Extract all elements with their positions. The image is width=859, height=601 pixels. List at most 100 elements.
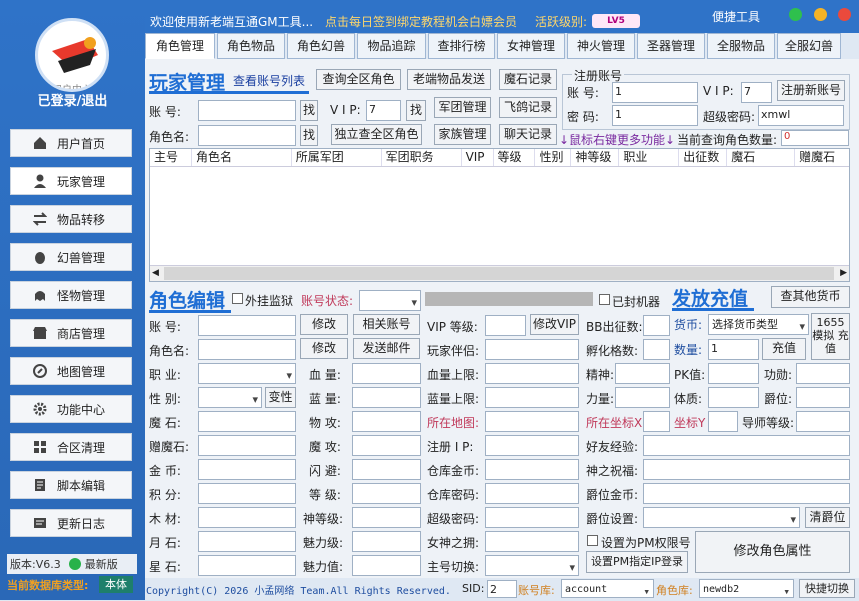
send-mail-button[interactable]: 发送邮件 <box>353 338 420 359</box>
col-level[interactable]: 等级 <box>494 149 536 166</box>
currency-select[interactable]: 选择货币类型 <box>708 314 809 336</box>
mentor-input[interactable] <box>796 411 850 432</box>
rank-set-select[interactable] <box>643 507 800 529</box>
tab-item-trace[interactable]: 物品追踪 <box>357 33 426 59</box>
sidebar-item-shop[interactable]: 商店管理 <box>10 319 132 347</box>
pm-ip-button[interactable]: 设置PM指定IP登录 <box>586 551 688 573</box>
col-role-name[interactable]: 角色名 <box>192 149 292 166</box>
tab-goddess[interactable]: 女神管理 <box>497 33 565 59</box>
tab-server-items[interactable]: 全服物品 <box>707 33 775 59</box>
modify-vip-button[interactable]: 修改VIP <box>530 314 579 335</box>
edit-role-input[interactable] <box>198 339 296 360</box>
recharge-button[interactable]: 充值 <box>762 338 806 360</box>
amount-input[interactable]: 1 <box>708 339 759 360</box>
edit-gold-input[interactable] <box>198 459 296 480</box>
sidebar-item-function[interactable]: 功能中心 <box>10 395 132 423</box>
pigeon-log-button[interactable]: 飞鸽记录 <box>499 97 557 118</box>
register-button[interactable]: 注册新账号 <box>777 80 845 101</box>
vip-level-input[interactable] <box>485 315 526 336</box>
view-account-list-link[interactable]: 查看账号列表 <box>233 72 305 89</box>
find-account-button[interactable]: 找 <box>300 100 318 121</box>
level-input[interactable] <box>352 483 421 504</box>
charm-value-input[interactable] <box>352 555 421 576</box>
merit-input[interactable] <box>796 363 850 384</box>
stamina-input[interactable] <box>708 387 759 408</box>
wh-password-input[interactable] <box>485 483 579 504</box>
hatch-input[interactable] <box>643 339 670 360</box>
horizontal-scrollbar[interactable]: ◀ ▶ <box>150 265 849 281</box>
simulate-1655-button[interactable]: 1655 模拟 充值 <box>811 313 850 360</box>
vip-input[interactable]: 7 <box>366 100 401 121</box>
scroll-left-icon[interactable]: ◀ <box>152 268 159 278</box>
col-god-level[interactable]: 神等级 <box>571 149 620 166</box>
role-db-select[interactable]: newdb2 <box>699 579 794 601</box>
edit-mostone-input[interactable] <box>198 411 296 432</box>
user-avatar[interactable]: 用户中心 <box>35 18 109 92</box>
col-main[interactable]: 主号 <box>150 149 192 166</box>
account-db-select[interactable]: account <box>561 579 654 601</box>
charm-level-input[interactable] <box>352 531 421 552</box>
tab-godfire[interactable]: 神火管理 <box>567 33 635 59</box>
sidebar-item-player[interactable]: 玩家管理 <box>10 167 132 195</box>
mostone-log-button[interactable]: 魔石记录 <box>499 69 557 90</box>
send-old-items-button[interactable]: 老端物品发送 <box>407 69 491 90</box>
edit-starstone-input[interactable] <box>198 555 296 576</box>
mp-max-input[interactable] <box>485 387 579 408</box>
reg-password-input[interactable]: 1 <box>612 105 698 126</box>
edit-account-input[interactable] <box>198 315 296 336</box>
single-query-button[interactable]: 独立查全区角色 <box>331 124 422 145</box>
sidebar-item-home[interactable]: 用户首页 <box>10 129 132 157</box>
tab-artifact[interactable]: 圣器管理 <box>637 33 705 59</box>
god-bless-input[interactable] <box>643 459 850 480</box>
god-level-input[interactable] <box>352 507 421 528</box>
col-vip[interactable]: VIP <box>462 149 494 166</box>
map-input[interactable] <box>485 411 579 432</box>
edit-score-input[interactable] <box>198 483 296 504</box>
sid-input[interactable]: 2 <box>487 580 517 598</box>
wh-gold-input[interactable] <box>485 459 579 480</box>
family-manage-button[interactable]: 家族管理 <box>434 124 491 145</box>
edit-wood-input[interactable] <box>198 507 296 528</box>
col-army[interactable]: 所属军团 <box>292 149 382 166</box>
role-name-input[interactable] <box>198 125 296 146</box>
super-password-input[interactable] <box>485 507 579 528</box>
partner-input[interactable] <box>485 339 579 360</box>
pk-input[interactable] <box>708 363 759 384</box>
sign-in-notice[interactable]: 点击每日签到绑定教程机会白嫖会员 <box>325 13 517 30</box>
sidebar-item-transfer[interactable]: 物品转移 <box>10 205 132 233</box>
tab-role[interactable]: 角色管理 <box>145 33 215 59</box>
reg-super-password-input[interactable]: xmwl <box>758 105 844 126</box>
query-all-roles-button[interactable]: 查询全区角色 <box>316 69 401 90</box>
quick-switch-button[interactable]: 快捷切换 <box>799 579 855 598</box>
reg-vip-input[interactable]: 7 <box>741 82 772 103</box>
pm-checkbox[interactable] <box>587 535 598 546</box>
col-job[interactable]: 职业 <box>619 149 680 166</box>
account-status-select[interactable] <box>359 290 421 312</box>
sidebar-item-monster[interactable]: 怪物管理 <box>10 281 132 309</box>
pos-x-input[interactable] <box>643 411 670 432</box>
rank-input[interactable] <box>796 387 850 408</box>
col-army-job[interactable]: 军团职务 <box>382 149 462 166</box>
tab-role-pets[interactable]: 角色幻兽 <box>287 33 355 59</box>
sidebar-item-script[interactable]: 脚本编辑 <box>10 471 132 499</box>
transgender-button[interactable]: 变性 <box>265 387 296 408</box>
chat-log-button[interactable]: 聊天记录 <box>499 124 557 145</box>
find-role-button[interactable]: 找 <box>300 125 318 146</box>
sidebar-item-log[interactable]: 更新日志 <box>10 509 132 537</box>
friend-exp-input[interactable] <box>643 435 850 456</box>
tab-role-items[interactable]: 角色物品 <box>217 33 285 59</box>
minimize-dot-icon[interactable] <box>789 8 802 21</box>
hp-max-input[interactable] <box>485 363 579 384</box>
sidebar-item-map[interactable]: 地图管理 <box>10 357 132 385</box>
modify-role-button[interactable]: 修改 <box>300 338 348 359</box>
edit-moonstone-input[interactable] <box>198 531 296 552</box>
login-logout-link[interactable]: 已登录/退出 <box>0 90 145 109</box>
cheat-checkbox[interactable] <box>232 293 243 304</box>
hp-input[interactable] <box>352 363 421 384</box>
modify-account-button[interactable]: 修改 <box>300 314 348 335</box>
power-input[interactable] <box>615 387 670 408</box>
edit-job-select[interactable] <box>198 363 296 385</box>
col-gender[interactable]: 性别 <box>535 149 572 166</box>
find-vip-button[interactable]: 找 <box>406 100 426 121</box>
pos-y-input[interactable] <box>708 411 738 432</box>
